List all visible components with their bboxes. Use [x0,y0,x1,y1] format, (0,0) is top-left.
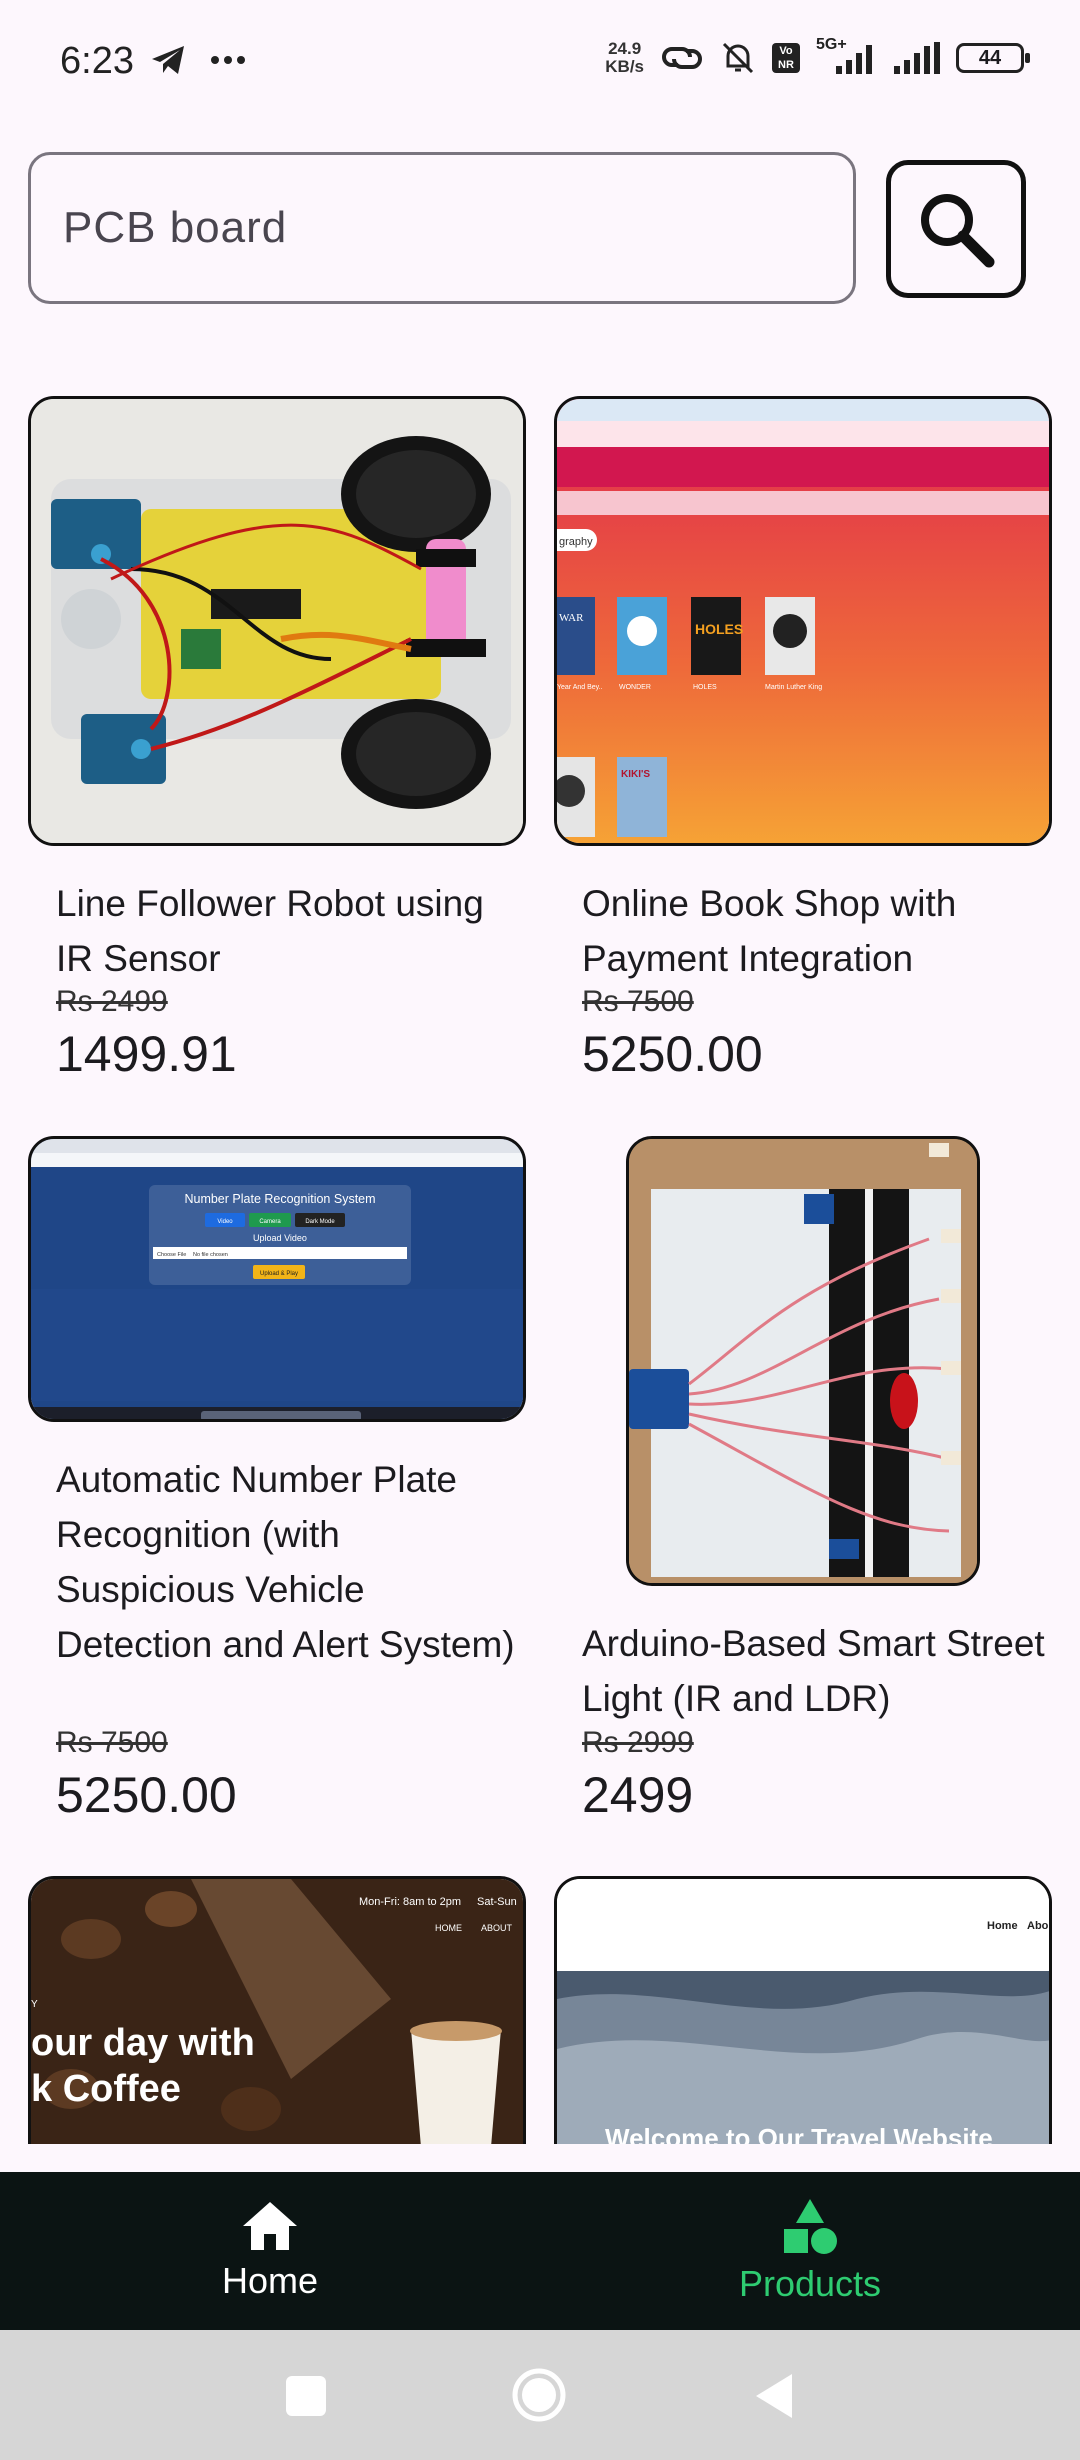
product-image[interactable]: graphy WAR HOLES Year And Bey.. WONDER H… [554,396,1052,846]
travel-headline: Welcome to Our Travel Website [605,2123,993,2144]
product-image[interactable]: Home Abo Welcome to Our Travel Website [554,1876,1052,2144]
product-old-price: Rs 2999 [582,1726,694,1759]
robot-photo [31,399,523,843]
network-speed: 24.9 KB/s [605,39,644,76]
status-bar: 6:23 24.9 KB/s Vo NR 5G+ 44 [0,0,1080,130]
svg-text:Video: Video [217,1219,233,1225]
svg-text:KIKI'S: KIKI'S [621,769,650,780]
svg-text:Sat-Sun: Sat-Sun [477,1896,517,1908]
svg-text:HOLES: HOLES [693,684,717,691]
svg-text:Mon-Fri: 8am to 2pm: Mon-Fri: 8am to 2pm [359,1896,461,1908]
svg-text:Year And Bey..: Year And Bey.. [557,684,603,691]
svg-text:Home: Home [987,1920,1018,1932]
anpr-heading: Number Plate Recognition System [184,1192,375,1206]
svg-text:our day with: our day with [31,2022,255,2064]
svg-text:Dark Mode: Dark Mode [305,1219,335,1225]
product-image[interactable]: Mon-Fri: 8am to 2pm Sat-Sun HOME ABOUT Y… [28,1876,526,2144]
coffee-screenshot: Mon-Fri: 8am to 2pm Sat-Sun HOME ABOUT Y… [31,1879,523,2144]
product-title: Line Follower Robot using IR Sensor [56,883,484,979]
product-image[interactable]: Number Plate Recognition System Video Ca… [28,1136,526,1422]
nav-products-label: Products [738,2263,882,2304]
product-old-price: Rs 7500 [582,985,694,1018]
svg-text:WONDER: WONDER [619,684,651,691]
product-price: 1499.91 [56,1026,237,1082]
home-button[interactable] [510,2366,568,2424]
mute-bell-icon [722,42,754,74]
product-title: Automatic Number Plate Recognition (with… [56,1459,515,1665]
shapes-icon [784,2199,837,2254]
product-title: Online Book Shop with Payment Integratio… [582,883,957,979]
product-old-price: Rs 7500 [56,1726,168,1759]
svg-text:HOME: HOME [435,1923,462,1933]
search-button[interactable] [886,160,1026,298]
svg-text:k Coffee: k Coffee [31,2068,181,2110]
signal-icon-1 [836,45,872,74]
search-field[interactable] [28,152,856,304]
product-price: 5250.00 [582,1026,763,1082]
svg-text:Martin Luther King: Martin Luther King [765,684,822,691]
product-image[interactable] [28,396,526,846]
anpr-screenshot: Number Plate Recognition System Video Ca… [31,1139,523,1419]
signal-icon-2 [894,42,940,74]
nav-home-label: Home [221,2260,319,2301]
svg-text:Y: Y [31,1999,38,2010]
battery-indicator: 44 [956,43,1030,73]
travel-screenshot: Home Abo Welcome to Our Travel Website [557,1879,1049,2144]
product-image[interactable] [626,1136,980,1586]
back-button[interactable] [752,2372,796,2420]
product-title: Arduino-Based Smart Street Light (IR and… [582,1623,1045,1719]
product-price: 5250.00 [56,1767,237,1823]
status-time: 6:23 [60,40,134,82]
book-chip-label: graphy [559,536,593,548]
search-input[interactable] [63,203,853,253]
system-navigation-bar [0,2330,1080,2460]
svg-text:WAR: WAR [559,612,584,624]
svg-text:Upload & Play: Upload & Play [260,1271,298,1277]
svg-text:Upload Video: Upload Video [253,1233,307,1243]
svg-text:No file chosen: No file chosen [193,1252,228,1258]
svg-text:ABOUT: ABOUT [481,1923,513,1933]
bottom-navigation: Home Products [0,2172,1080,2330]
recents-button[interactable] [284,2374,328,2418]
svg-text:HOLES: HOLES [695,621,743,637]
streetlight-photo [629,1139,977,1583]
bookshop-screenshot: graphy WAR HOLES Year And Bey.. WONDER H… [557,399,1049,843]
product-old-price: Rs 2499 [56,985,168,1018]
home-icon [243,2202,297,2250]
svg-text:Camera: Camera [259,1219,281,1225]
search-icon [921,194,995,268]
telegram-icon [152,46,184,74]
svg-text:Abo: Abo [1027,1920,1049,1932]
nav-products[interactable]: Products [540,2172,1080,2330]
link-icon [662,47,702,69]
svg-text:Choose File: Choose File [157,1252,186,1258]
product-price: 2499 [582,1767,694,1823]
nav-home[interactable]: Home [0,2172,540,2330]
volte-icon: Vo NR [772,43,800,73]
more-icon [211,56,245,64]
